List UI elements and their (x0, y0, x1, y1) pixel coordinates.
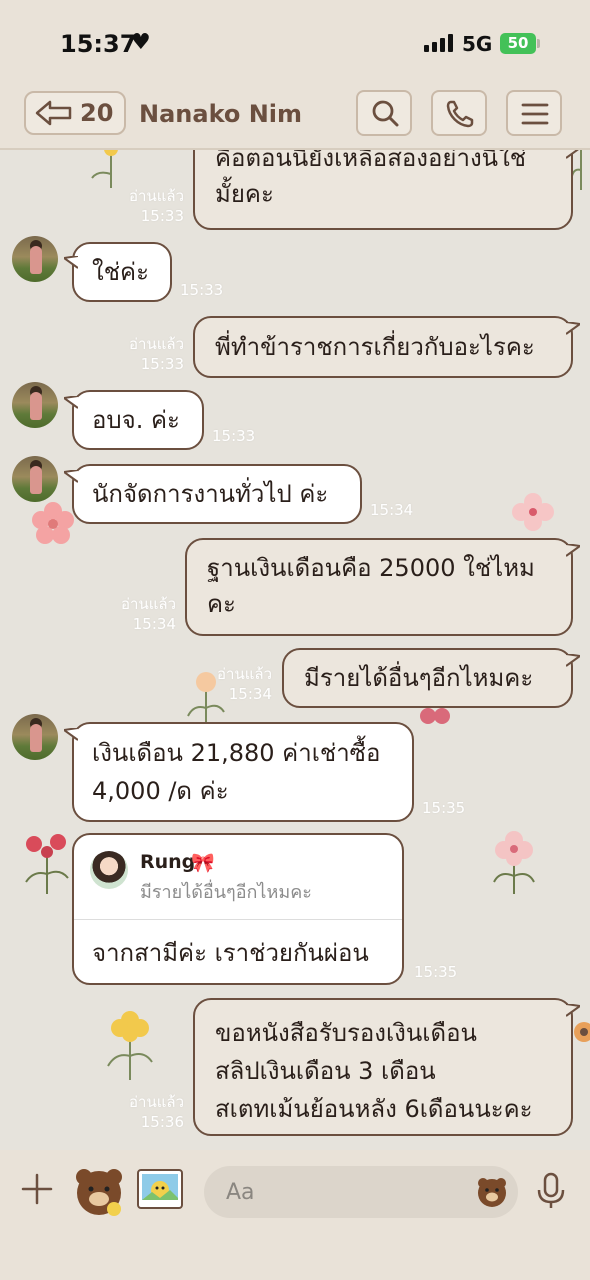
message-bubble-received[interactable]: เงินเดือน 21,880 ค่าเช่าซื้อ 4,000 /ด ค่… (64, 722, 414, 822)
sticker-icon[interactable] (72, 1165, 126, 1219)
message-time: 15:33 (140, 207, 184, 225)
composer-bar (0, 1150, 590, 1280)
bubble-tail (64, 396, 78, 409)
flower-decoration (493, 831, 535, 894)
read-receipt: อ่านแล้ว (129, 335, 184, 353)
menu-icon (521, 103, 549, 125)
message-bubble-sent[interactable]: ขอหนังสือรับรองเงินเดือน สลิปเงินเดือน 3… (193, 998, 580, 1136)
read-receipt: อ่านแล้ว (129, 187, 184, 205)
bubble-tail (566, 1004, 580, 1017)
message-text: พี่ทำข้าราชการเกี่ยวกับอะไรคะ (215, 333, 535, 361)
message-meta: อ่านแล้ว 15:34 (110, 594, 176, 634)
message-input[interactable] (204, 1166, 518, 1218)
photo-icon[interactable] (136, 1168, 184, 1210)
bubble-tail (566, 654, 580, 667)
message-text: อบจ. ค่ะ (92, 406, 180, 434)
contact-avatar[interactable] (12, 382, 58, 428)
chat-area[interactable]: อ่านแล้ว 15:33 คือตอนนี้ยังเหลือสองอย่าง… (0, 150, 590, 1150)
message-bubble-received[interactable]: อบจ. ค่ะ (64, 390, 204, 450)
heart-icon: ♥ (131, 30, 151, 55)
message-bubble-received[interactable]: ใช่ค่ะ (64, 242, 172, 302)
bubble-tail (64, 470, 78, 483)
message-text: เงินเดือน 21,880 ค่าเช่าซื้อ 4,000 /ด ค่… (92, 739, 381, 805)
battery-icon (537, 39, 540, 48)
message-text: ใช่ค่ะ (92, 258, 149, 286)
message-meta: อ่านแล้ว 15:33 (120, 186, 184, 226)
contact-avatar[interactable] (12, 236, 58, 282)
battery-level: 50 (500, 33, 536, 54)
reply-divider (74, 919, 402, 920)
message-text: มีรายได้อื่นๆอีกไหมคะ (304, 664, 534, 692)
message-bubble-received[interactable]: นักจัดการงานทั่วไป ค่ะ (64, 464, 362, 524)
flower-decoration (91, 150, 118, 188)
message-bubble-sent[interactable]: คือตอนนี้ยังเหลือสองอย่างนี้ใช่มั้ยคะ (193, 150, 579, 230)
chat-title[interactable]: Nanako Nim (139, 100, 302, 128)
read-receipt: อ่านแล้ว (121, 595, 176, 613)
call-button[interactable] (431, 90, 487, 136)
message-time: 15:34 (132, 615, 176, 633)
quoted-avatar (90, 851, 128, 889)
message-time: 15:36 (140, 1113, 184, 1131)
chat-header: 20 Nanako Nim (0, 86, 590, 150)
search-button[interactable] (356, 90, 412, 136)
read-receipt: อ่านแล้ว (129, 1093, 184, 1111)
mic-icon[interactable] (536, 1172, 566, 1210)
message-text: จากสามีค่ะ เราช่วยกันผ่อน (92, 939, 369, 967)
search-icon (372, 100, 399, 127)
read-receipt: อ่านแล้ว (217, 665, 272, 683)
message-time: 15:35 (422, 799, 466, 817)
quoted-sender-name: Rung (140, 851, 196, 873)
message-time: 15:34 (228, 685, 272, 703)
emoji-icon[interactable] (476, 1176, 508, 1208)
plus-icon[interactable] (20, 1172, 54, 1206)
flower-decoration (574, 1022, 590, 1042)
flower-decoration (512, 493, 554, 531)
menu-button[interactable] (506, 90, 562, 136)
message-time: 15:34 (370, 501, 414, 519)
network-type: 5G (462, 32, 493, 56)
bubble-tail (64, 728, 78, 741)
message-text: คือตอนนี้ยังเหลือสองอย่างนี้ใช่มั้ยคะ (215, 150, 527, 208)
message-time: 15:33 (180, 281, 224, 299)
message-line: สเตทเม้นย้อนหลัง 6เดือนนะคะ (215, 1095, 533, 1123)
message-time: 15:33 (140, 355, 184, 373)
bubble-tail (64, 256, 78, 269)
flower-decoration (107, 1011, 153, 1080)
unread-count: 20 (80, 99, 114, 127)
message-line: ขอหนังสือรับรองเงินเดือน (215, 1019, 477, 1047)
bubble-tail (566, 544, 580, 557)
message-time: 15:33 (212, 427, 256, 445)
message-meta: อ่านแล้ว 15:33 (120, 334, 184, 374)
flower-decoration (25, 834, 69, 894)
back-button[interactable]: 20 (24, 91, 126, 135)
message-time: 15:35 (414, 963, 458, 981)
status-bar: 15:37 ♥ 5G 50 (0, 0, 590, 86)
quoted-message-text: มีรายได้อื่นๆอีกไหมคะ (140, 882, 312, 903)
phone-icon (446, 100, 474, 128)
back-arrow-icon (35, 100, 72, 126)
signal-icon (424, 34, 456, 52)
message-bubble-sent[interactable]: ฐานเงินเดือนคือ 25000 ใช่ไหมคะ (185, 538, 580, 636)
message-bubble-sent[interactable]: มีรายได้อื่นๆอีกไหมคะ (282, 648, 580, 708)
message-line: สลิปเงินเดือน 3 เดือน (215, 1057, 436, 1085)
flower-decoration (420, 708, 450, 724)
message-meta: อ่านแล้ว 15:36 (118, 1092, 184, 1132)
bubble-tail (566, 150, 579, 159)
bubble-tail (566, 322, 580, 335)
ribbon-icon: 🎀 (191, 852, 215, 874)
contact-avatar[interactable] (12, 714, 58, 760)
status-time: 15:37 (60, 30, 137, 58)
message-text: ฐานเงินเดือนคือ 25000 ใช่ไหมคะ (207, 554, 535, 618)
message-text: นักจัดการงานทั่วไป ค่ะ (92, 480, 329, 508)
message-meta: อ่านแล้ว 15:34 (206, 664, 272, 704)
flower-decoration (32, 502, 74, 544)
reply-message-bubble[interactable]: Rung 🎀 มีรายได้อื่นๆอีกไหมคะ จากสามีค่ะ … (72, 833, 404, 985)
contact-avatar[interactable] (12, 456, 58, 502)
message-bubble-sent[interactable]: พี่ทำข้าราชการเกี่ยวกับอะไรคะ (193, 316, 580, 378)
